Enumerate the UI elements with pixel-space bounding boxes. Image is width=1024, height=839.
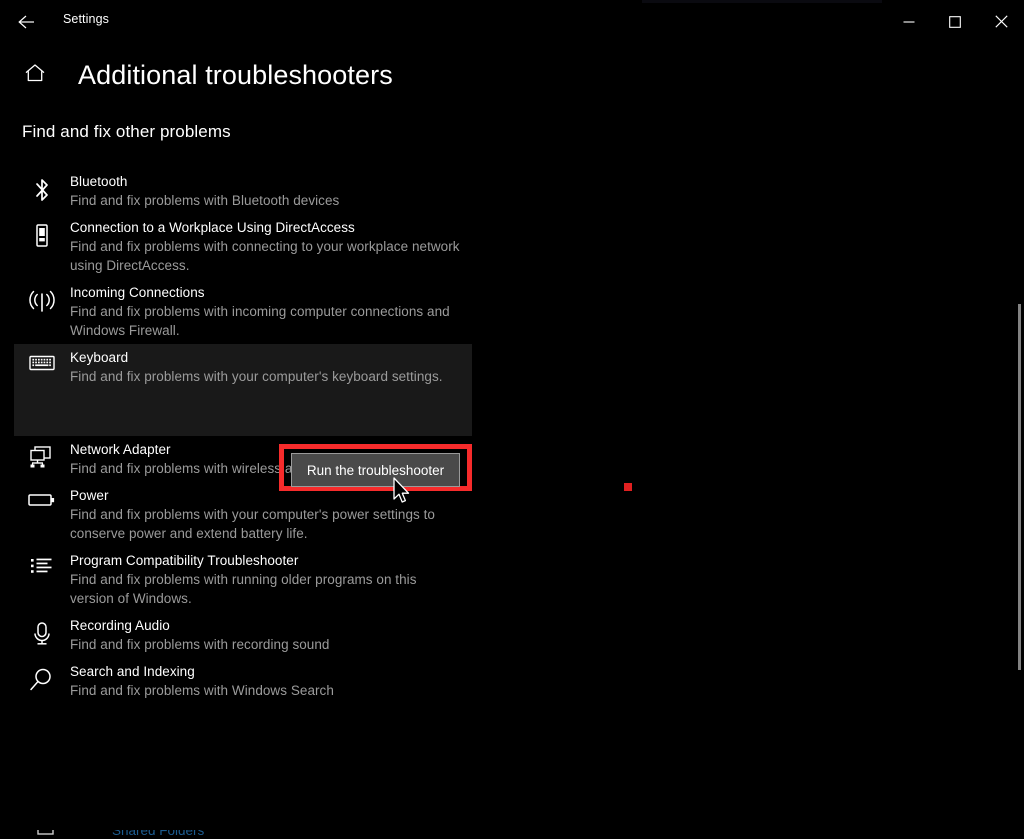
- list-item-desc: Find and fix problems with Windows Searc…: [70, 683, 334, 698]
- list-item-text: Program Compatibility Troubleshooter Fin…: [60, 551, 468, 608]
- page-header: Additional troubleshooters: [0, 52, 393, 98]
- minimize-icon: [903, 16, 915, 28]
- list-item-desc: Find and fix problems with Bluetooth dev…: [70, 193, 340, 208]
- shared-folder-icon: [37, 830, 54, 835]
- maximize-icon: [949, 15, 961, 28]
- program-list-icon: [24, 551, 60, 608]
- troubleshooter-list: Bluetooth Find and fix problems with Blu…: [0, 168, 1005, 704]
- list-item-desc: Find and fix problems with connecting to…: [70, 239, 460, 273]
- network-adapter-icon: [24, 440, 60, 478]
- maximize-button[interactable]: [932, 6, 978, 37]
- home-button[interactable]: [12, 52, 58, 98]
- section-heading: Find and fix other problems: [22, 122, 231, 141]
- back-button[interactable]: [6, 6, 48, 38]
- incoming-connections-icon: [24, 283, 60, 340]
- workplace-device-icon: [24, 218, 60, 275]
- list-item-text: Connection to a Workplace Using DirectAc…: [60, 218, 468, 275]
- list-item-program-compatibility[interactable]: Program Compatibility Troubleshooter Fin…: [14, 547, 472, 612]
- list-item-desc: Find and fix problems with incoming comp…: [70, 304, 450, 338]
- list-item-desc: Find and fix problems with running older…: [70, 572, 417, 606]
- list-item-text: Search and Indexing Find and fix problem…: [60, 662, 342, 700]
- back-arrow-icon: [17, 14, 37, 30]
- list-item-directaccess[interactable]: Connection to a Workplace Using DirectAc…: [14, 214, 472, 279]
- window-controls: [886, 6, 1024, 37]
- search-magnifier-icon: [24, 662, 60, 700]
- list-item-name: Shared Folders: [112, 830, 205, 838]
- list-item-name: Bluetooth: [70, 174, 128, 189]
- list-item-bluetooth[interactable]: Bluetooth Find and fix problems with Blu…: [14, 168, 472, 214]
- list-item-text: Power Find and fix problems with your co…: [60, 486, 468, 543]
- list-item-power[interactable]: Power Find and fix problems with your co…: [14, 482, 472, 547]
- click-marker: [624, 483, 632, 491]
- list-item-desc: Find and fix problems with recording sou…: [70, 637, 330, 652]
- list-item-name: Incoming Connections: [70, 285, 205, 300]
- run-the-troubleshooter-button[interactable]: Run the troubleshooter: [291, 453, 460, 487]
- bluetooth-icon: [24, 172, 60, 210]
- list-item-text: Recording Audio Find and fix problems wi…: [60, 616, 337, 654]
- list-item-recording-audio[interactable]: Recording Audio Find and fix problems wi…: [14, 612, 472, 658]
- app-title: Settings: [63, 12, 109, 26]
- keyboard-icon: [24, 348, 60, 432]
- power-battery-icon: [24, 486, 60, 543]
- list-item-text: Bluetooth Find and fix problems with Blu…: [60, 172, 347, 210]
- list-item-text: Incoming Connections Find and fix proble…: [60, 283, 468, 340]
- list-item-name: Program Compatibility Troubleshooter: [70, 553, 299, 568]
- list-item-incoming-connections[interactable]: Incoming Connections Find and fix proble…: [14, 279, 472, 344]
- page-title: Additional troubleshooters: [78, 59, 393, 90]
- list-item-desc: Find and fix problems with your computer…: [70, 507, 435, 541]
- home-icon: [24, 63, 46, 88]
- scrollbar-thumb[interactable]: [1018, 304, 1021, 670]
- list-item-desc: Find and fix problems with your computer…: [70, 369, 443, 384]
- list-item-name: Connection to a Workplace Using DirectAc…: [70, 220, 355, 235]
- list-item-text: Keyboard Find and fix problems with your…: [60, 348, 451, 432]
- list-item-name: Keyboard: [70, 350, 129, 365]
- list-item-search-indexing[interactable]: Search and Indexing Find and fix problem…: [14, 658, 472, 704]
- close-button[interactable]: [978, 6, 1024, 37]
- close-icon: [994, 15, 1008, 28]
- minimize-button[interactable]: [886, 6, 932, 37]
- list-item-action-area: [70, 386, 443, 432]
- list-item-clipped[interactable]: Shared Folders: [14, 830, 474, 839]
- list-item-keyboard[interactable]: Keyboard Find and fix problems with your…: [14, 344, 472, 436]
- list-item-name: Search and Indexing: [70, 664, 195, 679]
- title-bar: Settings: [0, 3, 1024, 37]
- list-item-name: Recording Audio: [70, 618, 170, 633]
- microphone-icon: [24, 616, 60, 654]
- scrollbar-track[interactable]: [1010, 40, 1024, 839]
